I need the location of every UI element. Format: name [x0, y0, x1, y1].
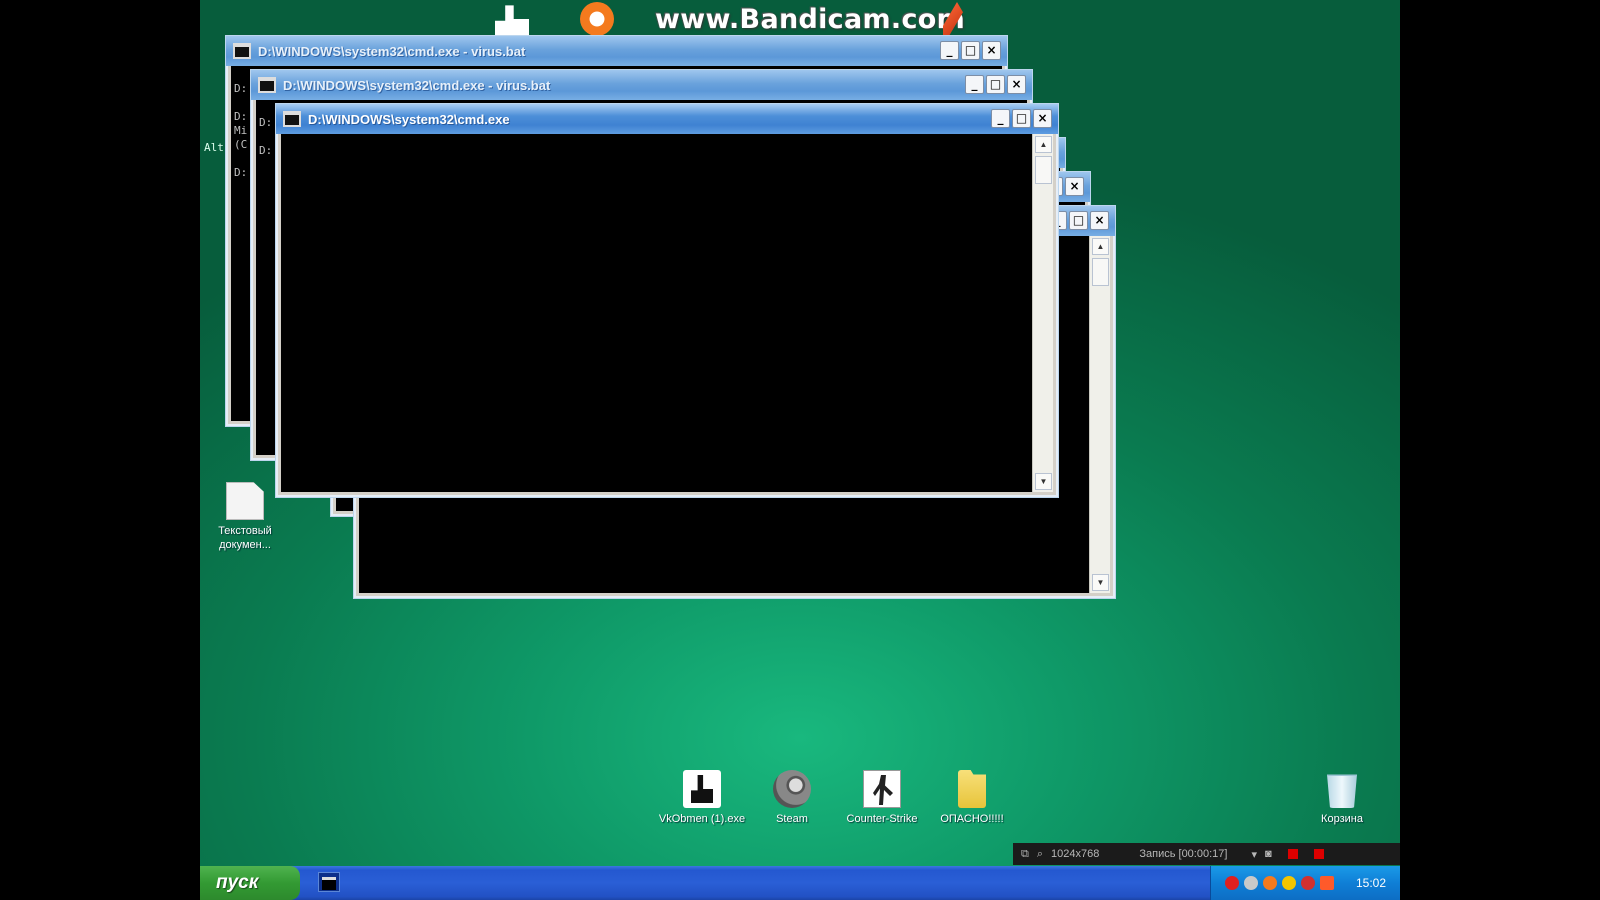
volume-muted-icon[interactable]	[1301, 876, 1315, 890]
close-button[interactable]: ×	[1033, 109, 1052, 128]
desktop-icon-counter-strike[interactable]: Counter-Strike	[837, 770, 927, 826]
console-line: D:	[259, 116, 273, 129]
resolution-label: 1024x768	[1051, 848, 1100, 860]
window-title: D:\WINDOWS\system32\cmd.exe	[308, 111, 510, 127]
maximize-button[interactable]: □	[1069, 211, 1088, 230]
console-line: D:	[234, 166, 248, 179]
desktop-fragment-label: Alt	[204, 141, 224, 154]
cmd-icon	[233, 43, 251, 59]
window-title: D:\WINDOWS\system32\cmd.exe - virus.bat	[258, 43, 526, 59]
minimize-button[interactable]: _	[965, 75, 984, 94]
scroll-up-arrow-icon[interactable]: ▲	[1092, 238, 1109, 255]
scroll-thumb[interactable]	[1092, 258, 1109, 286]
icon-label: VkObmen (1).exe	[658, 813, 746, 825]
scroll-down-arrow-icon[interactable]: ▼	[1092, 574, 1109, 591]
desktop-icon-vkobmen[interactable]: VkObmen (1).exe	[657, 770, 747, 826]
cmd-icon	[283, 111, 301, 127]
camera-icon[interactable]: ◙	[1265, 848, 1272, 860]
console-line: (C	[234, 138, 248, 151]
avast-tray-icon[interactable]	[1263, 876, 1277, 890]
maximize-button[interactable]: □	[961, 41, 980, 60]
vkobmen-icon	[683, 770, 721, 808]
bandicam-recording-bar[interactable]: ⧉ ⌕ 1024x768 Запись [00:00:17] ▾ ◙	[1013, 843, 1400, 865]
icon-label: Steam	[776, 813, 808, 825]
cmd-window-active[interactable]: D:\WINDOWS\system32\cmd.exe _ □ × ▲ ▼	[275, 103, 1059, 498]
taskbar: пуск 15:02	[200, 866, 1400, 900]
scroll-thumb[interactable]	[1035, 156, 1052, 184]
icon-label: ОПАСНО!!!!!	[940, 813, 1004, 825]
bandicam-tray-icon[interactable]	[1320, 876, 1334, 890]
titlebar[interactable]: D:\WINDOWS\system32\cmd.exe _ □ ×	[276, 104, 1058, 134]
watermark-text: www.Bandicam.com	[655, 4, 966, 35]
desktop-icon-text-document[interactable]: Текстовый докумен...	[200, 482, 290, 552]
close-button[interactable]: ×	[982, 41, 1001, 60]
vertical-scrollbar[interactable]: ▲ ▼	[1089, 236, 1110, 593]
start-button[interactable]: пуск	[200, 866, 300, 900]
console-line: D:	[234, 82, 248, 95]
desktop-icon-folder-danger[interactable]: ОПАСНО!!!!!	[927, 770, 1017, 826]
console-body[interactable]: ▲ ▼	[281, 134, 1053, 492]
avast-icon	[580, 2, 614, 36]
bandicam-watermark: www.Bandicam.com	[495, 0, 965, 40]
record-tray-icon[interactable]	[1225, 876, 1239, 890]
record-status: Запись [00:00:17]	[1139, 848, 1228, 860]
vkobmen-icon	[495, 5, 529, 36]
window-mode-icon[interactable]: ⧉	[1021, 848, 1029, 861]
maximize-button[interactable]: □	[1012, 109, 1031, 128]
vertical-scrollbar[interactable]: ▲ ▼	[1032, 134, 1053, 492]
counter-strike-icon	[863, 770, 901, 808]
messenger-tray-icon[interactable]	[1282, 876, 1296, 890]
system-tray: 15:02	[1210, 866, 1400, 900]
close-button[interactable]: ×	[1007, 75, 1026, 94]
window-title: D:\WINDOWS\system32\cmd.exe - virus.bat	[283, 77, 551, 93]
dropdown-arrow-icon[interactable]: ▾	[1251, 848, 1257, 861]
minimize-button[interactable]: _	[940, 41, 959, 60]
close-bar-icon[interactable]	[1313, 849, 1324, 859]
steam-icon	[773, 770, 811, 808]
icon-label: Корзина	[1321, 813, 1363, 825]
scroll-up-arrow-icon[interactable]: ▲	[1035, 136, 1052, 153]
desktop-icon-recycle-bin[interactable]: Корзина	[1297, 770, 1387, 826]
recycle-bin-icon	[1327, 774, 1357, 808]
scroll-down-arrow-icon[interactable]: ▼	[1035, 473, 1052, 490]
console-line: D:	[234, 110, 248, 123]
volume-icon[interactable]	[1244, 876, 1258, 890]
desktop: www.Bandicam.com × □ × _ □ × ▲	[200, 0, 1400, 900]
clock[interactable]: 15:02	[1356, 876, 1386, 890]
titlebar[interactable]: D:\WINDOWS\system32\cmd.exe - virus.bat …	[226, 36, 1007, 66]
console-line: D:	[259, 144, 273, 157]
titlebar[interactable]: D:\WINDOWS\system32\cmd.exe - virus.bat …	[251, 70, 1032, 100]
zoom-icon[interactable]: ⌕	[1037, 848, 1043, 861]
icon-label: Counter-Strike	[846, 813, 918, 825]
cmd-icon	[258, 77, 276, 93]
maximize-button[interactable]: □	[986, 75, 1005, 94]
stop-record-icon[interactable]	[1287, 849, 1298, 859]
taskbar-cmd-icon[interactable]	[318, 872, 340, 892]
console-line: Mi	[234, 124, 248, 137]
minimize-button[interactable]: _	[991, 109, 1010, 128]
close-button[interactable]: ×	[1090, 211, 1109, 230]
icon-label: Текстовый докумен...	[218, 525, 272, 551]
folder-icon	[958, 770, 986, 808]
desktop-icon-steam[interactable]: Steam	[747, 770, 837, 826]
text-document-icon	[226, 482, 264, 520]
close-button[interactable]: ×	[1065, 177, 1084, 196]
